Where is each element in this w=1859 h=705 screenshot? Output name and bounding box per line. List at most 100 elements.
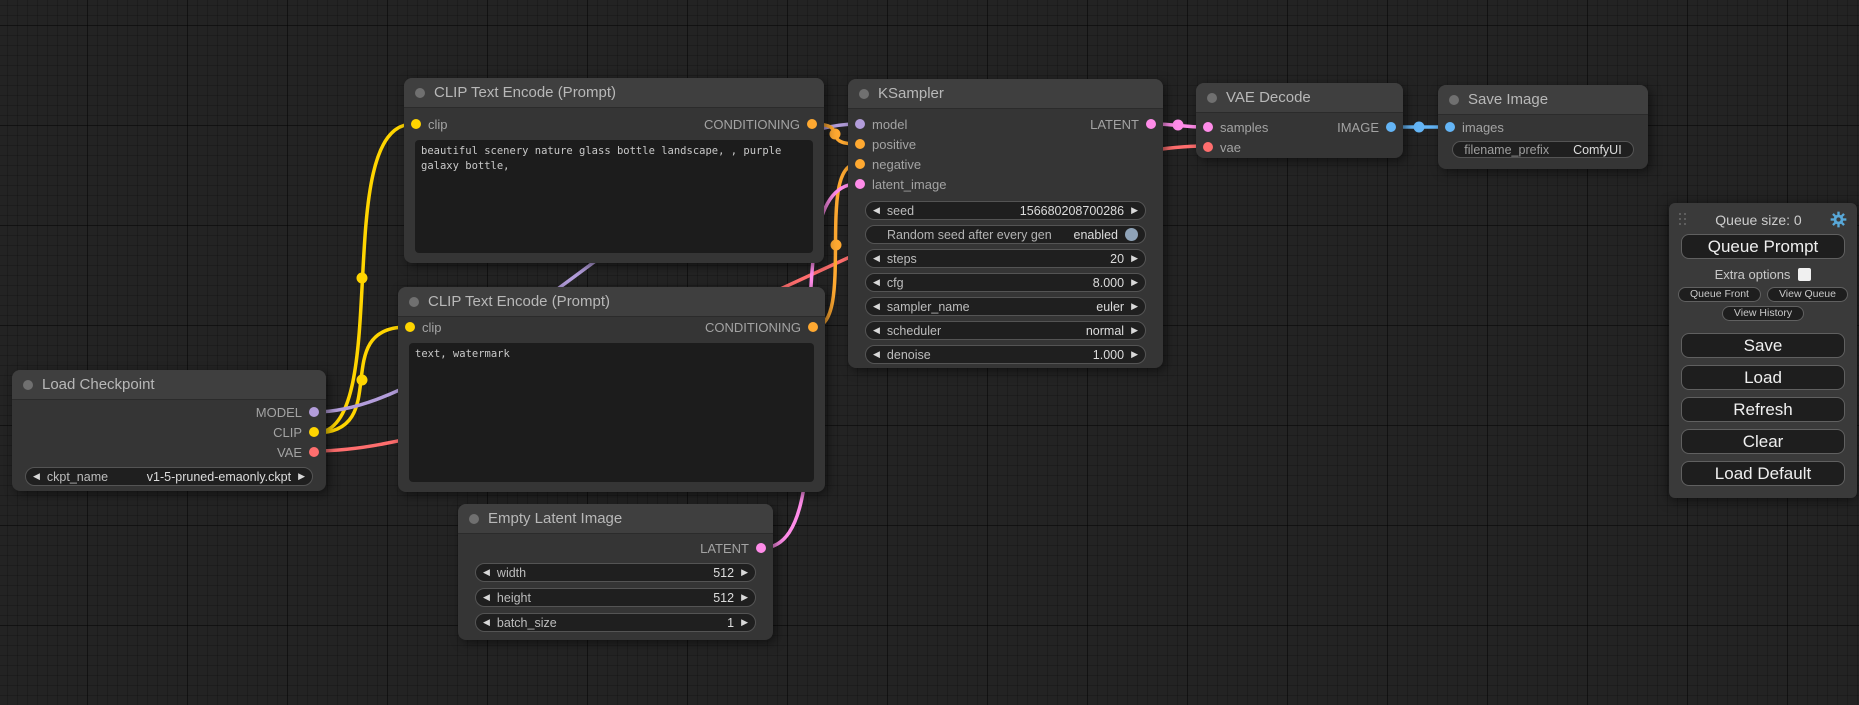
collapse-dot-icon[interactable]	[1449, 95, 1459, 105]
widget-sampler-name[interactable]: ◀ sampler_name euler ▶	[865, 297, 1146, 316]
output-slot-clip[interactable]	[309, 427, 319, 437]
decrement-arrow-icon[interactable]: ◀	[483, 593, 490, 602]
input-slot-clip[interactable]	[411, 119, 421, 129]
node-clip-text-encode-negative[interactable]: CLIP Text Encode (Prompt) clip CONDITION…	[398, 287, 825, 492]
queue-front-button[interactable]: Queue Front	[1678, 287, 1761, 302]
decrement-arrow-icon[interactable]: ◀	[873, 206, 880, 215]
save-button[interactable]: Save	[1681, 333, 1845, 358]
output-label: IMAGE	[1337, 120, 1379, 135]
input-slot-samples[interactable]	[1203, 122, 1213, 132]
widget-scheduler[interactable]: ◀ scheduler normal ▶	[865, 321, 1146, 340]
output-slot-image[interactable]	[1386, 122, 1396, 132]
node-titlebar[interactable]: KSampler	[848, 79, 1163, 109]
node-titlebar[interactable]: CLIP Text Encode (Prompt)	[398, 287, 825, 317]
collapse-dot-icon[interactable]	[859, 89, 869, 99]
increment-arrow-icon[interactable]: ▶	[1131, 254, 1138, 263]
node-save-image[interactable]: Save Image images filename_prefix ComfyU…	[1438, 85, 1648, 169]
widget-random-seed-toggle[interactable]: Random seed after every gen enabled	[865, 225, 1146, 244]
increment-arrow-icon[interactable]: ▶	[741, 593, 748, 602]
widget-value: v1-5-pruned-emaonly.ckpt	[147, 470, 291, 484]
node-titlebar[interactable]: Save Image	[1438, 85, 1648, 115]
output-slot-vae[interactable]	[309, 447, 319, 457]
widget-cfg[interactable]: ◀ cfg 8.000 ▶	[865, 273, 1146, 292]
widget-value: euler	[1096, 300, 1124, 314]
input-slot-clip[interactable]	[405, 322, 415, 332]
node-empty-latent-image[interactable]: Empty Latent Image LATENT ◀ width 512 ▶ …	[458, 504, 773, 640]
node-ksampler[interactable]: KSampler model LATENT positive negative …	[848, 79, 1163, 368]
prev-arrow-icon[interactable]: ◀	[33, 472, 40, 481]
widget-label: batch_size	[497, 616, 557, 630]
widget-value: 20	[1110, 252, 1124, 266]
next-arrow-icon[interactable]: ▶	[1131, 302, 1138, 311]
collapse-dot-icon[interactable]	[415, 88, 425, 98]
prev-arrow-icon[interactable]: ◀	[873, 302, 880, 311]
increment-arrow-icon[interactable]: ▶	[1131, 278, 1138, 287]
queue-prompt-button[interactable]: Queue Prompt	[1681, 234, 1845, 259]
decrement-arrow-icon[interactable]: ◀	[873, 254, 880, 263]
widget-width[interactable]: ◀ width 512 ▶	[475, 563, 756, 582]
collapse-dot-icon[interactable]	[1207, 93, 1217, 103]
node-load-checkpoint[interactable]: Load Checkpoint MODEL CLIP VAE ◀ ckpt_na…	[12, 370, 326, 491]
decrement-arrow-icon[interactable]: ◀	[483, 618, 490, 627]
load-default-button[interactable]: Load Default	[1681, 461, 1845, 486]
widget-batch-size[interactable]: ◀ batch_size 1 ▶	[475, 613, 756, 632]
input-label: samples	[1220, 120, 1268, 135]
input-slot-images[interactable]	[1445, 122, 1455, 132]
increment-arrow-icon[interactable]: ▶	[1131, 350, 1138, 359]
widget-label: scheduler	[887, 324, 941, 338]
collapse-dot-icon[interactable]	[409, 297, 419, 307]
node-titlebar[interactable]: Load Checkpoint	[12, 370, 326, 400]
widget-value: 1.000	[1093, 348, 1124, 362]
input-slot-latent-image[interactable]	[855, 179, 865, 189]
increment-arrow-icon[interactable]: ▶	[741, 568, 748, 577]
next-arrow-icon[interactable]: ▶	[1131, 326, 1138, 335]
widget-label: filename_prefix	[1464, 143, 1549, 157]
extra-options-checkbox[interactable]	[1798, 268, 1811, 281]
increment-arrow-icon[interactable]: ▶	[741, 618, 748, 627]
input-slot-model[interactable]	[855, 119, 865, 129]
next-arrow-icon[interactable]: ▶	[298, 472, 305, 481]
node-clip-text-encode-positive[interactable]: CLIP Text Encode (Prompt) clip CONDITION…	[404, 78, 824, 263]
node-titlebar[interactable]: CLIP Text Encode (Prompt)	[404, 78, 824, 108]
output-slot-latent[interactable]	[1146, 119, 1156, 129]
node-titlebar[interactable]: VAE Decode	[1196, 83, 1403, 113]
widget-ckpt-name[interactable]: ◀ ckpt_name v1-5-pruned-emaonly.ckpt ▶	[25, 467, 313, 486]
output-slot-conditioning[interactable]	[807, 119, 817, 129]
settings-gear-icon[interactable]	[1830, 211, 1847, 228]
prev-arrow-icon[interactable]: ◀	[873, 326, 880, 335]
drag-handle-icon[interactable]	[1679, 213, 1687, 226]
increment-arrow-icon[interactable]: ▶	[1131, 206, 1138, 215]
decrement-arrow-icon[interactable]: ◀	[483, 568, 490, 577]
input-slot-positive[interactable]	[855, 139, 865, 149]
refresh-button[interactable]: Refresh	[1681, 397, 1845, 422]
node-title: CLIP Text Encode (Prompt)	[434, 84, 616, 101]
widget-seed[interactable]: ◀ seed 156680208700286 ▶	[865, 201, 1146, 220]
collapse-dot-icon[interactable]	[469, 514, 479, 524]
widget-label: width	[497, 566, 526, 580]
toggle-knob-icon[interactable]	[1125, 228, 1138, 241]
node-title: CLIP Text Encode (Prompt)	[428, 293, 610, 310]
input-label: latent_image	[872, 177, 946, 192]
widget-denoise[interactable]: ◀ denoise 1.000 ▶	[865, 345, 1146, 364]
widget-height[interactable]: ◀ height 512 ▶	[475, 588, 756, 607]
view-history-button[interactable]: View History	[1722, 306, 1804, 321]
output-slot-conditioning[interactable]	[808, 322, 818, 332]
widget-label: cfg	[887, 276, 904, 290]
node-vae-decode[interactable]: VAE Decode samples IMAGE vae	[1196, 83, 1403, 158]
decrement-arrow-icon[interactable]: ◀	[873, 350, 880, 359]
prompt-textarea[interactable]: beautiful scenery nature glass bottle la…	[415, 140, 813, 253]
collapse-dot-icon[interactable]	[23, 380, 33, 390]
clear-button[interactable]: Clear	[1681, 429, 1845, 454]
load-button[interactable]: Load	[1681, 365, 1845, 390]
node-titlebar[interactable]: Empty Latent Image	[458, 504, 773, 534]
output-label: MODEL	[256, 405, 302, 420]
widget-steps[interactable]: ◀ steps 20 ▶	[865, 249, 1146, 268]
input-slot-vae[interactable]	[1203, 142, 1213, 152]
output-slot-model[interactable]	[309, 407, 319, 417]
view-queue-button[interactable]: View Queue	[1767, 287, 1848, 302]
input-slot-negative[interactable]	[855, 159, 865, 169]
widget-filename-prefix[interactable]: filename_prefix ComfyUI	[1452, 141, 1634, 158]
prompt-textarea[interactable]: text, watermark	[409, 343, 814, 482]
output-slot-latent[interactable]	[756, 543, 766, 553]
decrement-arrow-icon[interactable]: ◀	[873, 278, 880, 287]
